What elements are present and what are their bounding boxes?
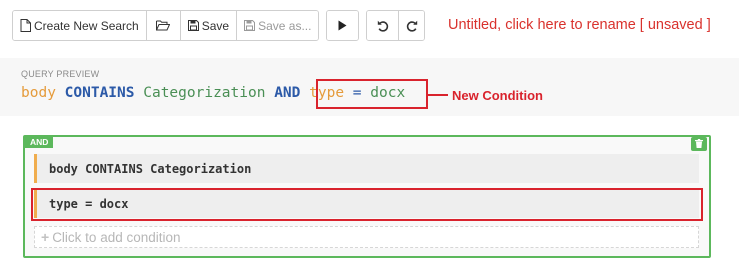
group-operator-badge[interactable]: AND <box>25 136 54 148</box>
create-new-search-label: Create New Search <box>34 18 139 33</box>
trash-icon <box>695 135 703 153</box>
toolbar: Create New Search Save Save as... <box>12 10 426 41</box>
redo-button[interactable] <box>398 11 425 40</box>
plus-icon: + <box>41 229 50 245</box>
save-button[interactable]: Save <box>179 11 237 40</box>
preview-conjunction: AND <box>274 85 301 101</box>
preview-value: Categorization <box>143 85 266 101</box>
floppy-disk-icon <box>187 20 199 31</box>
redo-icon <box>406 20 418 32</box>
folder-open-icon <box>156 20 171 31</box>
save-label: Save <box>201 18 230 33</box>
undo-icon <box>377 20 389 32</box>
create-new-search-button[interactable]: Create New Search <box>13 11 146 40</box>
floppy-disk-icon <box>244 20 256 31</box>
open-button[interactable] <box>145 11 180 40</box>
delete-group-button[interactable] <box>691 137 707 151</box>
query-preview-panel: QUERY PREVIEW body CONTAINS Categorizati… <box>0 58 739 116</box>
new-document-icon <box>20 19 31 32</box>
add-condition-button[interactable]: + Click to add condition <box>34 226 699 248</box>
preview-operator: CONTAINS <box>64 85 135 101</box>
add-condition-label: Click to add condition <box>52 229 181 245</box>
query-preview-label: QUERY PREVIEW <box>21 69 100 79</box>
run-button[interactable] <box>327 11 359 40</box>
play-icon <box>338 20 347 31</box>
history-button-group <box>366 10 426 41</box>
annotation-highlight-box <box>31 188 703 221</box>
save-as-button[interactable]: Save as... <box>236 11 319 40</box>
annotation-highlight-box <box>316 79 428 109</box>
save-as-label: Save as... <box>258 18 312 33</box>
run-button-group <box>326 10 360 41</box>
undo-button[interactable] <box>367 11 399 40</box>
condition-group: AND body CONTAINS Categorization type = … <box>23 135 711 258</box>
annotation-callout-label: New Condition <box>452 88 543 103</box>
annotation-arrow-line <box>428 94 448 96</box>
condition-row[interactable]: body CONTAINS Categorization <box>34 154 699 183</box>
file-button-group: Create New Search Save Save as... <box>12 10 320 41</box>
preview-field: body <box>21 85 56 101</box>
search-title-rename-link[interactable]: Untitled, click here to rename [ unsaved… <box>448 17 711 33</box>
